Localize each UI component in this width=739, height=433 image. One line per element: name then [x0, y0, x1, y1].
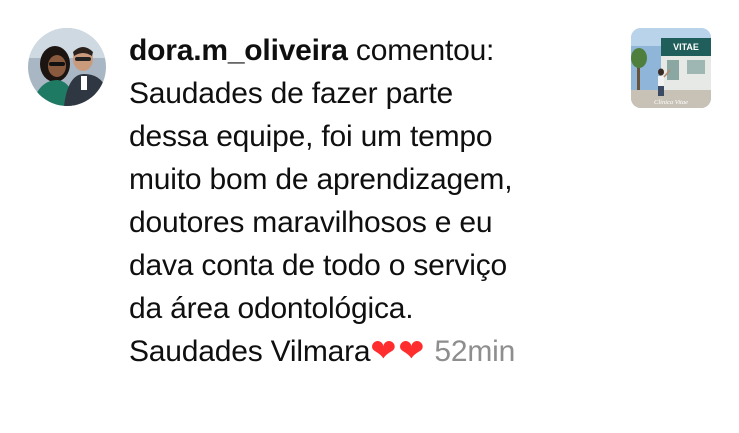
- post-photo: VITAE Clínica Vitae: [631, 28, 711, 108]
- comment-header: dora.m_oliveira comentou:: [129, 29, 609, 72]
- profile-photo: [28, 28, 106, 106]
- comment-line-end: Saudades Vilmara: [129, 335, 371, 368]
- comment-line: dava conta de todo o serviço: [129, 249, 507, 282]
- comment-last-line: Saudades Vilmara❤❤ 52min: [129, 330, 609, 373]
- sign-text: VITAE: [673, 42, 699, 52]
- comment-line: doutores maravilhosos e eu: [129, 206, 493, 239]
- comment-line: dessa equipe, foi um tempo: [129, 120, 493, 153]
- action-text: comentou:: [355, 34, 495, 67]
- heart-icon: ❤❤: [370, 333, 427, 369]
- comment-line: muito bom de aprendizagem,: [129, 163, 513, 196]
- comment-notification[interactable]: dora.m_oliveira comentou: Saudades de fa…: [0, 0, 739, 433]
- avatar[interactable]: [28, 28, 106, 106]
- username-link[interactable]: dora.m_oliveira: [129, 34, 348, 67]
- comment-line: Saudades de fazer parte: [129, 77, 453, 110]
- comment-text: dora.m_oliveira comentou: Saudades de fa…: [129, 29, 609, 373]
- thumbnail-caption: Clínica Vitae: [654, 99, 688, 106]
- comment-line: da área odontológica.: [129, 292, 414, 325]
- timestamp: 52min: [434, 335, 516, 368]
- post-thumbnail[interactable]: VITAE Clínica Vitae: [631, 28, 711, 108]
